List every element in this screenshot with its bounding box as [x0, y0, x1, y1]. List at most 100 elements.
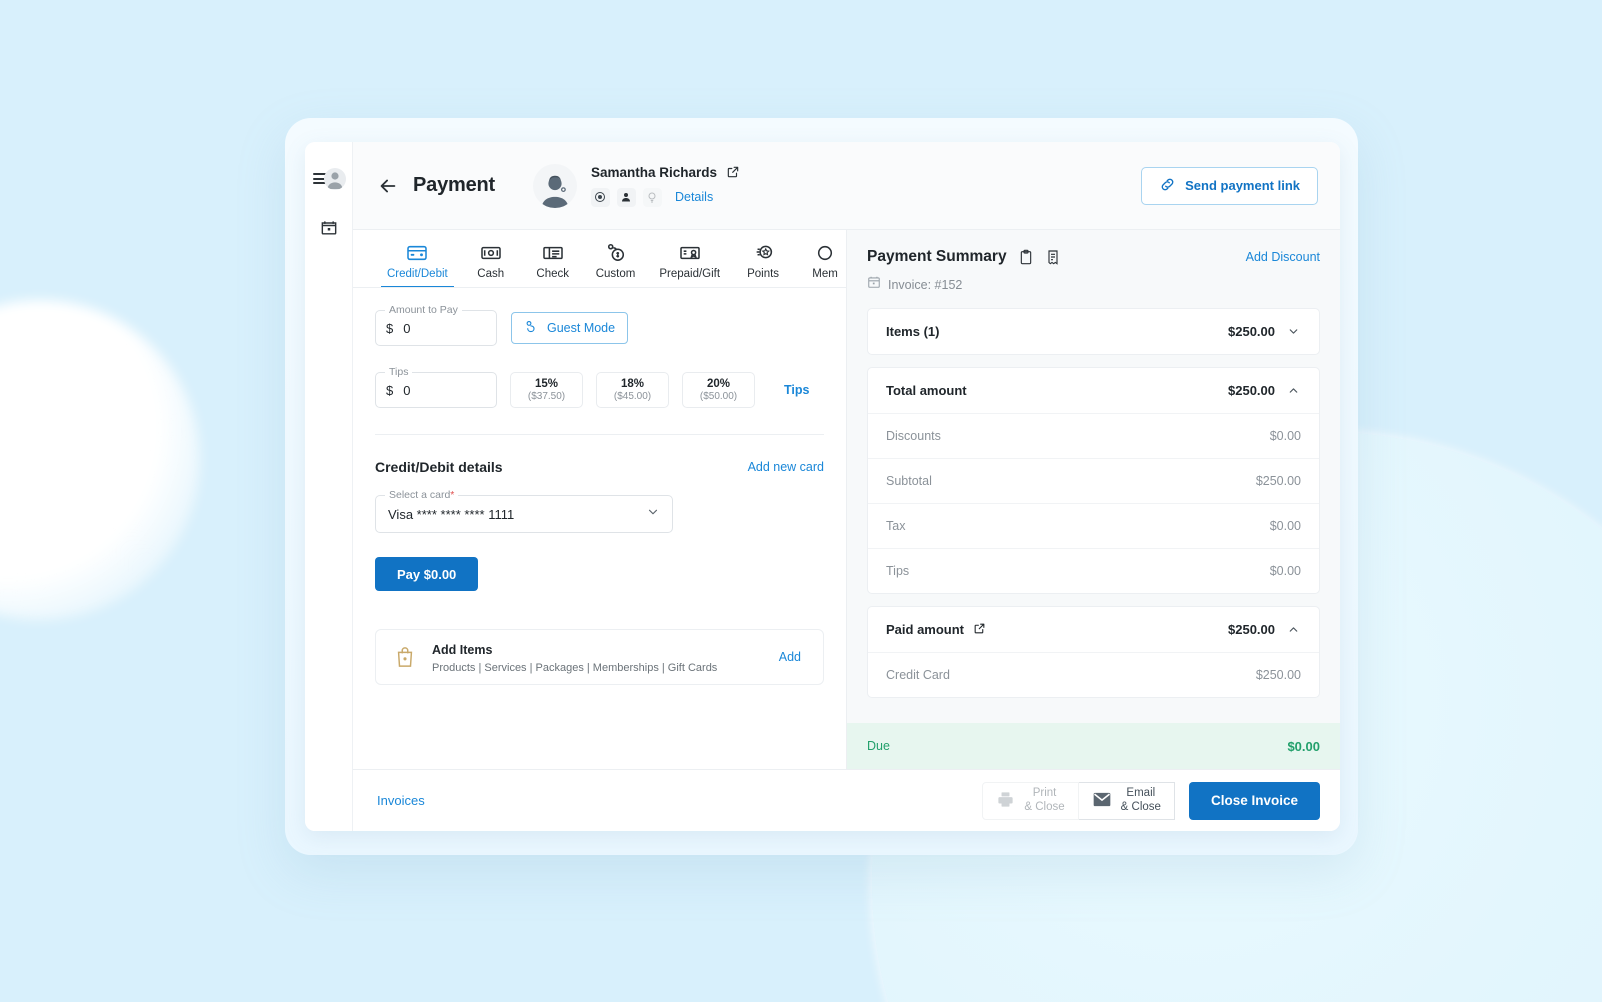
paid-amount-row[interactable]: Paid amount $250.00 [868, 607, 1319, 652]
background-blob-left [0, 300, 200, 620]
items-label: Items (1) [886, 324, 940, 339]
membership-icon [818, 245, 833, 261]
external-link-icon[interactable] [973, 622, 986, 638]
tax-label: Tax [886, 519, 906, 533]
link-icon [1159, 176, 1176, 196]
customer-avatar-icon [541, 175, 569, 208]
tax-value: $0.00 [1269, 519, 1301, 533]
chevron-down-icon[interactable] [646, 505, 660, 524]
invoices-link[interactable]: Invoices [377, 793, 425, 808]
rail-item-calendar[interactable] [319, 218, 339, 238]
print-close-line1: Print [1032, 786, 1057, 799]
back-button[interactable] [371, 169, 405, 203]
print-and-close-button[interactable]: Print & Close [982, 781, 1079, 820]
add-items-subtitle: Products | Services | Packages | Members… [432, 661, 718, 674]
tab-label: Mem [812, 268, 838, 280]
person-icon[interactable] [616, 187, 636, 207]
points-star-icon [756, 245, 773, 259]
clipboard-icon[interactable] [1018, 249, 1034, 265]
credit-card-icon [407, 245, 428, 261]
section-divider [375, 434, 824, 435]
tab-label: Points [747, 268, 780, 280]
tab-memberships[interactable]: Mem [794, 244, 846, 287]
external-link-icon[interactable] [726, 165, 740, 179]
app-window: Payment Samantha Richards Details Send p… [305, 142, 1340, 831]
select-card-label: Select a card* [385, 489, 459, 501]
amount-to-pay-input[interactable]: Amount to Pay $ 0 [375, 304, 497, 346]
tip-amount: ($37.50) [527, 391, 566, 402]
bag-icon [392, 644, 418, 670]
total-amount-label: Total amount [886, 383, 967, 398]
add-discount-link[interactable]: Add Discount [1246, 250, 1320, 264]
guest-mode-label: Guest Mode [547, 321, 616, 335]
guest-mode-button[interactable]: Guest Mode [511, 312, 629, 344]
items-value: $250.00 [1228, 324, 1275, 339]
send-payment-link-button[interactable]: Send payment link [1141, 166, 1318, 205]
close-invoice-button[interactable]: Close Invoice [1188, 781, 1320, 820]
tips-summary-value: $0.00 [1269, 564, 1301, 578]
email-and-close-button[interactable]: Email & Close [1078, 781, 1175, 820]
tips-link[interactable]: Tips [784, 383, 809, 397]
discounts-value: $0.00 [1269, 429, 1301, 443]
tip-percent: 18% [620, 378, 645, 390]
tip-percent: 15% [534, 378, 559, 390]
add-new-card-link[interactable]: Add new card [748, 460, 824, 474]
tab-cash[interactable]: Cash [460, 244, 522, 287]
tab-points[interactable]: Points [732, 242, 794, 287]
arrow-left-icon [380, 179, 396, 192]
gift-card-icon [679, 246, 700, 260]
subtotal-label: Subtotal [886, 474, 932, 488]
main-column: Payment Samantha Richards Details Send p… [353, 142, 1340, 831]
invoice-icon [867, 275, 881, 294]
total-amount-value: $250.00 [1228, 383, 1275, 398]
tip-preset-20[interactable]: 20% ($50.00) [682, 372, 755, 408]
avatar-icon[interactable] [323, 168, 346, 190]
receipt-icon[interactable] [1045, 249, 1061, 265]
paid-amount-value: $250.00 [1228, 622, 1275, 637]
paid-amount-label: Paid amount [886, 622, 1218, 638]
due-value: $0.00 [1287, 738, 1320, 754]
tip-amount: ($45.00) [613, 391, 652, 402]
tab-credit-debit[interactable]: Credit/Debit [375, 244, 460, 287]
tips-input[interactable]: Tips $ 0 [375, 366, 497, 408]
items-row[interactable]: Items (1) $250.00 [868, 309, 1319, 354]
footer-actions: Print & Close Email & Close Close Invoic… [982, 781, 1320, 820]
email-close-line1: Email [1126, 786, 1156, 799]
page-title: Payment [413, 174, 495, 196]
chevron-down-icon[interactable] [1285, 325, 1301, 338]
add-items-title: Add Items [432, 642, 493, 657]
tab-label: Cash [477, 268, 505, 280]
tab-custom[interactable]: Custom [584, 242, 648, 287]
payment-method-tabs: Credit/Debit Cash Check Custom Prepaid/G… [353, 230, 846, 288]
tab-prepaid-gift[interactable]: Prepaid/Gift [647, 244, 732, 287]
total-amount-row[interactable]: Total amount $250.00 [868, 368, 1319, 413]
tips-summary-label: Tips [886, 564, 910, 578]
table-row: Credit Card $250.00 [868, 652, 1319, 697]
customer-avatar[interactable] [532, 163, 577, 208]
table-row: Tips $0.00 [868, 548, 1319, 593]
details-link[interactable]: Details [675, 190, 713, 204]
tip-preset-15[interactable]: 15% ($37.50) [510, 372, 583, 408]
currency-symbol: $ [386, 320, 394, 336]
custom-coin-icon [607, 243, 624, 261]
amount-row: Amount to Pay $ 0 Guest Mode [375, 304, 824, 346]
summary-header: Payment Summary Add Discount Invoice: #1… [847, 230, 1340, 308]
coin-icon[interactable] [590, 187, 610, 207]
tab-check[interactable]: Check [522, 244, 584, 287]
tip-preset-18[interactable]: 18% ($45.00) [596, 372, 669, 408]
payment-summary-pane: Payment Summary Add Discount Invoice: #1… [847, 230, 1340, 769]
summary-title: Payment Summary [867, 248, 1007, 265]
add-items-add-link[interactable]: Add [779, 650, 801, 664]
envelope-icon [1092, 791, 1112, 811]
chevron-up-icon[interactable] [1285, 623, 1301, 636]
select-card-dropdown[interactable]: Select a card* Visa **** **** **** 1111 [375, 489, 673, 533]
customer-info: Samantha Richards Details [590, 164, 740, 207]
customer-name: Samantha Richards [590, 164, 718, 180]
chevron-up-icon[interactable] [1285, 384, 1301, 397]
bulb-icon[interactable] [642, 187, 662, 207]
email-close-line2: & Close [1120, 800, 1161, 813]
rail-item-menu-avatar[interactable] [312, 168, 346, 192]
page-header: Payment Samantha Richards Details Send p… [353, 142, 1340, 230]
pay-button[interactable]: Pay $0.00 [375, 557, 479, 591]
tab-label: Check [536, 268, 570, 280]
